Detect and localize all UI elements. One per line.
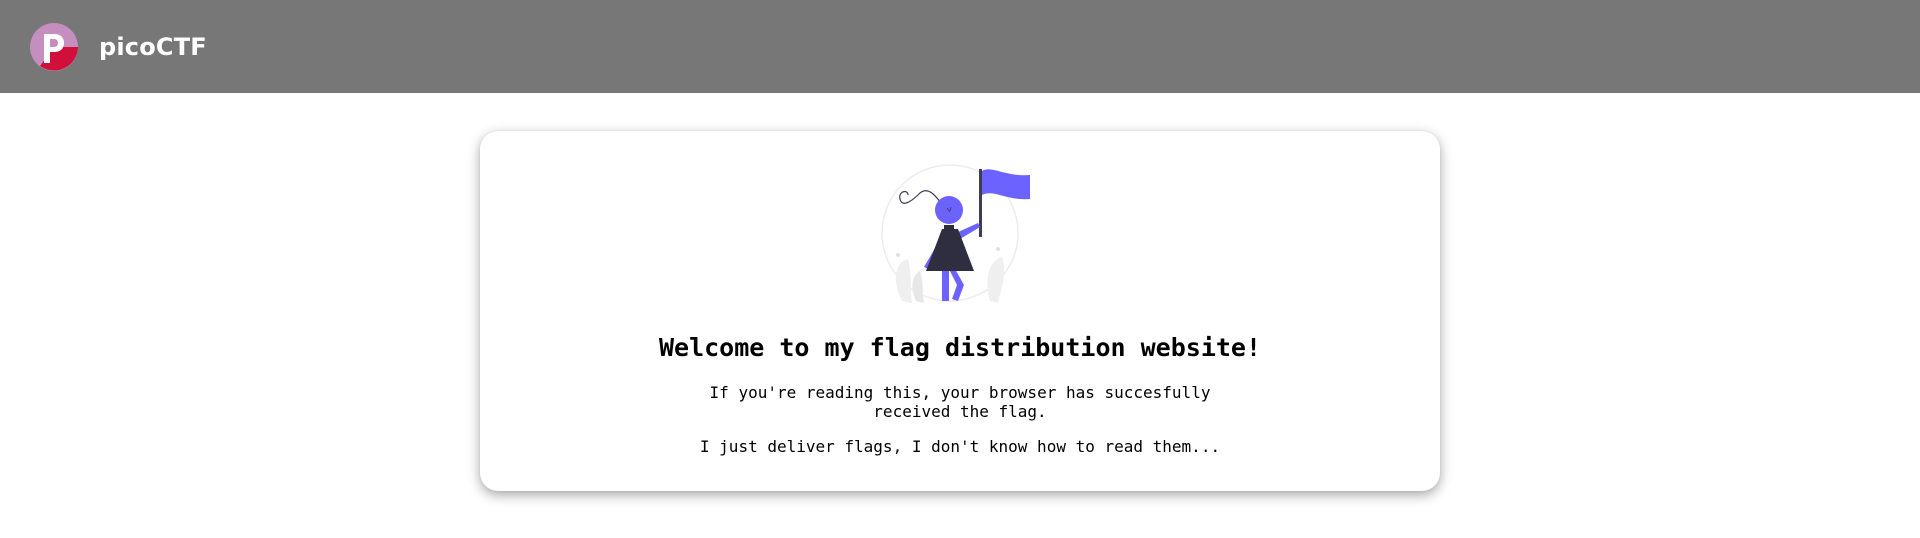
received-flag-line: If you're reading this, your browser has… [709, 383, 1211, 421]
card-title: Welcome to my flag distribution website! [658, 333, 1262, 362]
received-flag-text: If you're reading this, your browser has… [680, 383, 1240, 421]
flag-card: Welcome to my flag distribution website!… [480, 131, 1440, 491]
girl-holding-flag-illustration [881, 164, 1030, 303]
brand-name: picoCTF [99, 32, 207, 61]
brand-link[interactable]: picoCTF [30, 22, 207, 71]
picoctf-logo-icon [30, 22, 78, 71]
navbar: picoCTF [0, 0, 1920, 93]
deliver-flags-text: I just deliver flags, I don't know how t… [699, 437, 1221, 456]
